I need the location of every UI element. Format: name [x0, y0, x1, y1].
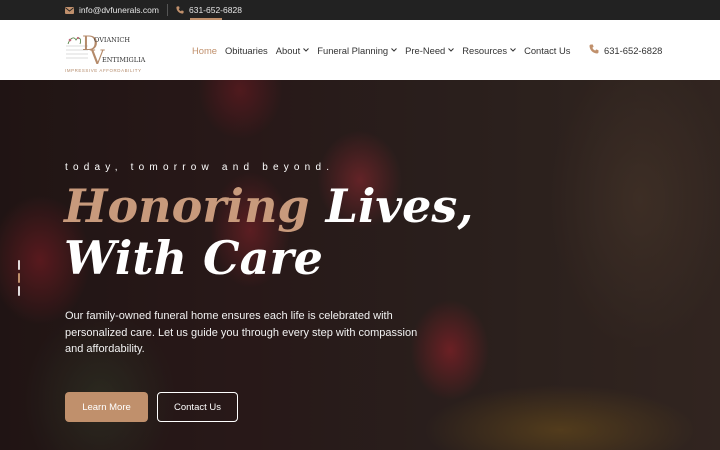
nav-item-label: Resources — [462, 44, 508, 56]
nav-item-pre-need[interactable]: Pre-Need — [405, 44, 455, 56]
headline-rest: Lives, — [309, 179, 474, 233]
nav-item-label: Home — [192, 44, 218, 56]
topbar-phone[interactable]: 631-652-6828 — [176, 5, 242, 15]
hero-tagline: today, tomorrow and beyond. — [65, 162, 335, 173]
hero-headline: Honoring Lives, With Care — [64, 180, 473, 284]
topbar-phone-text: 631-652-6828 — [188, 5, 242, 15]
site-header: D OVIANICH V ENTIMIGLIA IMPRESSIVE AFFOR… — [0, 17, 720, 80]
header-phone[interactable]: 631-652-6828 — [589, 20, 662, 80]
topbar-email-text: info@dvfunerals.com — [79, 5, 159, 15]
nav-item-resources[interactable]: Resources — [462, 45, 516, 56]
svg-text:OVIANICH: OVIANICH — [94, 36, 130, 44]
chevron-down-icon — [510, 47, 516, 54]
slide-indicator[interactable] — [18, 286, 20, 296]
topbar-email[interactable]: info@dvfunerals.com — [65, 5, 159, 15]
learn-more-button[interactable]: Learn More — [65, 392, 148, 422]
envelope-icon — [65, 6, 74, 14]
hero-description: Our family-owned funeral home ensures ea… — [65, 310, 418, 355]
contact-us-button[interactable]: Contact Us — [157, 392, 238, 422]
svg-text:IMPRESSIVE AFFORDABILITY: IMPRESSIVE AFFORDABILITY — [65, 68, 142, 73]
nav-item-label: Contact Us — [524, 44, 571, 56]
svg-text:ENTIMIGLIA: ENTIMIGLIA — [102, 56, 146, 64]
chevron-down-icon — [448, 47, 455, 54]
slide-indicator-active[interactable] — [18, 273, 20, 283]
header-phone-text: 631-652-6828 — [604, 44, 663, 56]
topbar-divider — [166, 4, 168, 16]
nav-item-label: Funeral Planning — [317, 44, 389, 56]
top-bar: info@dvfunerals.com 631-652-6828 — [0, 0, 720, 20]
nav-item-contact-us[interactable]: Contact Us — [524, 45, 570, 56]
slide-indicator[interactable] — [18, 260, 20, 270]
chevron-down-icon — [391, 47, 397, 54]
headline-line2: With Care — [64, 231, 323, 285]
nav-item-obituaries[interactable]: Obituaries — [225, 45, 268, 56]
main-nav: Home Obituaries About Funeral Planning P… — [189, 17, 578, 80]
nav-item-home[interactable]: Home — [189, 17, 223, 56]
phone-icon — [176, 6, 184, 14]
phone-icon — [589, 44, 599, 56]
headline-accent: Honoring — [64, 179, 310, 233]
nav-item-label: Obituaries — [225, 44, 268, 56]
nav-item-funeral-planning[interactable]: Funeral Planning — [317, 45, 397, 56]
nav-item-label: About — [275, 44, 301, 56]
nav-item-about[interactable]: About — [276, 45, 310, 56]
hero-banner: today, tomorrow and beyond. Honoring Liv… — [0, 80, 720, 450]
site-logo[interactable]: D OVIANICH V ENTIMIGLIA IMPRESSIVE AFFOR… — [64, 28, 148, 74]
chevron-down-icon — [303, 47, 310, 54]
nav-item-label: Pre-Need — [405, 44, 446, 56]
slider-pagination — [18, 260, 20, 296]
